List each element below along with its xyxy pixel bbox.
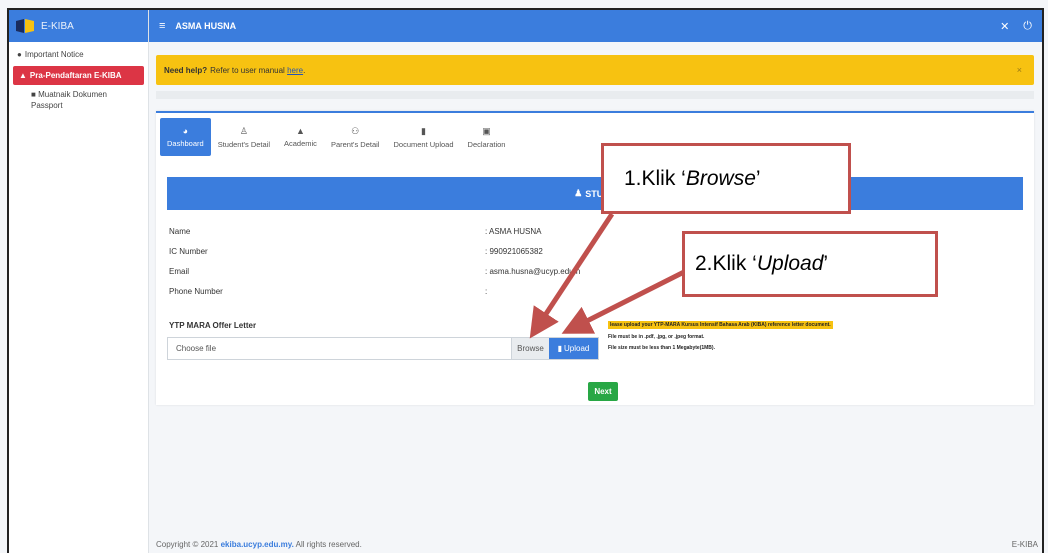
info-value: : ASMA HUSNA <box>485 227 542 236</box>
info-value: : <box>485 287 488 296</box>
sidebar-item-label: Important Notice <box>24 50 84 59</box>
footer: Copyright © 2021 ekiba.ucyp.edu.my. All … <box>156 540 1038 553</box>
info-circle-icon: ● <box>17 50 22 59</box>
alert-text: Refer to user manual <box>210 65 285 75</box>
tab-label: Parent's Detail <box>330 139 380 149</box>
tab-declaration[interactable]: ▣ Declaration <box>461 118 513 156</box>
close-icon[interactable]: × <box>1017 65 1022 75</box>
upload-notes: lease upload your YTP-MARA Kursus Intens… <box>608 321 833 356</box>
sidebar-item-muatnaik-dokumen[interactable]: ■ Muatnaik Dokumen Passport <box>9 88 148 114</box>
upload-label: Upload <box>564 344 590 353</box>
upload-button[interactable]: ▮ Upload <box>549 338 598 359</box>
copyright-text: Copyright © 2021 <box>156 540 219 549</box>
users-icon: ⚇ <box>351 125 360 136</box>
info-row-email: Email : asma.husna@ucyp.edu.n <box>169 267 609 287</box>
callout-text: 1.Klik ‘ <box>624 166 686 190</box>
rights-text: All rights reserved. <box>295 540 362 549</box>
info-row-name: Name : ASMA HUSNA <box>169 227 609 247</box>
note-highlight: lease upload your YTP-MARA Kursus Intens… <box>608 321 833 329</box>
footer-link[interactable]: ekiba.ucyp.edu.my. <box>221 540 294 549</box>
info-row-phone: Phone Number : <box>169 287 609 307</box>
sidebar: E-KIBA ● Important Notice ▲ Pra-Pendafta… <box>9 10 149 553</box>
callout-quote: ’ <box>823 252 829 275</box>
tab-students-detail[interactable]: ♙ Student's Detail <box>211 118 277 156</box>
tab-document-upload[interactable]: ▮ Document Upload <box>386 118 460 156</box>
fullscreen-icon[interactable]: ✕ <box>1000 20 1009 33</box>
sidebar-item-important-notice[interactable]: ● Important Notice <box>9 46 148 63</box>
file-icon: ▮ <box>421 125 426 136</box>
callout-text: 2.Klik ‘ <box>695 252 757 275</box>
user-name: ASMA HUSNA <box>175 21 237 31</box>
note-size: File size must be less than 1 Megabyte(1… <box>608 345 715 351</box>
file-input-group: Choose file Browse ▮ Upload <box>167 337 599 360</box>
power-icon[interactable]: ⏻ <box>1023 20 1032 33</box>
user-icon: ♟ <box>574 188 583 198</box>
topbar: ≡ ASMA HUSNA ✕ ⏻ <box>149 10 1042 42</box>
wizard-tabs: ◕ Dashboard ♙ Student's Detail ▲ Academi… <box>160 118 512 156</box>
alert-period: . <box>303 65 306 75</box>
info-label: Email <box>169 267 190 276</box>
footer-brand: E-KIBA <box>1011 540 1038 549</box>
graduation-cap-icon: ▲ <box>296 126 305 136</box>
graduation-icon: ▲ <box>19 71 27 80</box>
book-icon: ■ <box>31 90 36 99</box>
browse-button[interactable]: Browse <box>511 338 549 359</box>
tab-label: Document Upload <box>393 139 454 149</box>
student-info: Name : ASMA HUSNA IC Number : 9909210653… <box>169 227 609 307</box>
help-alert: Need help? Refer to user manual here. × <box>156 55 1034 85</box>
callout-emphasis: Upload <box>756 252 824 275</box>
sidebar-item-label: Muatnaik Dokumen Passport <box>31 90 107 110</box>
tab-label: Dashboard <box>167 139 204 148</box>
logo-icon <box>15 18 35 34</box>
info-label: Name <box>169 227 191 236</box>
section-header: ♟ STUDE <box>167 177 1023 210</box>
offer-letter-label: YTP MARA Offer Letter <box>169 321 257 330</box>
callout-browse: 1.Klik ‘Browse’ <box>601 143 851 214</box>
file-upload-icon: ▮ <box>557 344 563 353</box>
info-value: : 990921065382 <box>485 247 543 256</box>
tab-label: Academic <box>284 139 317 148</box>
brand[interactable]: E-KIBA <box>9 10 148 42</box>
callout-quote: ’ <box>755 166 761 190</box>
next-button[interactable]: Next <box>588 382 618 401</box>
tab-label: Student's Detail <box>217 139 270 149</box>
sidebar-item-label: Pra-Pendaftaran E-KIBA <box>29 71 122 80</box>
user-tie-icon: ♙ <box>239 125 248 136</box>
brand-name: E-KIBA <box>41 20 74 32</box>
sidebar-item-pra-pendaftaran[interactable]: ▲ Pra-Pendaftaran E-KIBA <box>13 66 144 85</box>
info-label: Phone Number <box>169 287 223 296</box>
tab-parents-detail[interactable]: ⚇ Parent's Detail <box>324 118 387 156</box>
alert-bold: Need help? <box>164 65 208 75</box>
main-content: Need help? Refer to user manual here. × … <box>149 42 1042 553</box>
info-row-ic: IC Number : 990921065382 <box>169 247 609 267</box>
hamburger-menu-icon[interactable]: ≡ <box>159 20 165 32</box>
callout-emphasis: Browse <box>685 166 756 190</box>
dashboard-icon: ◕ <box>182 126 189 136</box>
note-format: File must be in .pdf, .jpg, or .jpeg for… <box>608 334 705 340</box>
file-input[interactable]: Choose file <box>168 338 511 359</box>
tab-label: Declaration <box>467 139 506 149</box>
info-label: IC Number <box>169 247 208 256</box>
tab-dashboard[interactable]: ◕ Dashboard <box>160 118 211 156</box>
tab-academic[interactable]: ▲ Academic <box>277 118 324 156</box>
info-value: : asma.husna@ucyp.edu.n <box>485 267 581 276</box>
manual-link[interactable]: here <box>287 66 303 75</box>
clipboard-icon: ▣ <box>482 125 491 136</box>
divider <box>156 91 1034 99</box>
callout-upload: 2.Klik ‘Upload’ <box>682 231 938 297</box>
